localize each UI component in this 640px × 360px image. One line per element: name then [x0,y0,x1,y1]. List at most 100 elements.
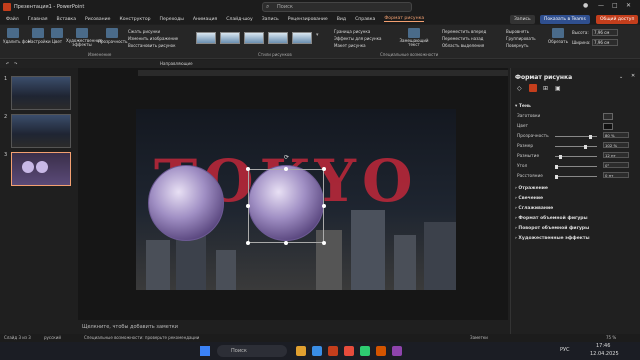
resize-handle[interactable] [284,167,288,171]
picture-style-4[interactable] [268,32,288,44]
maximize-icon[interactable]: □ [612,2,618,9]
edge-browser-icon[interactable] [312,346,322,356]
slide-thumbnail-3[interactable] [11,152,71,186]
undo-icon[interactable]: ↶ [6,61,9,66]
share-button[interactable]: Общий доступ [596,15,639,24]
blur-slider[interactable] [555,154,597,159]
tab-review[interactable]: Рецензирование [288,17,328,22]
tab-home[interactable]: Главная [28,17,48,22]
soft-edges-section[interactable]: › Сглаживание [515,206,553,211]
clock-time[interactable]: 17:46 [596,343,610,349]
avatar[interactable]: ● [583,2,588,9]
slide-thumbnail-2[interactable] [11,114,71,148]
width-field[interactable]: 7,96 см [592,39,618,46]
remove-background-button[interactable]: Удалить фон [3,28,30,44]
3d-rotation-section[interactable]: › Поворот объемной фигуры [515,226,589,231]
notes-area[interactable]: Щелкните, чтобы добавить заметки [78,320,508,334]
artistic-effects-section[interactable]: › Художественные эффекты [515,236,590,241]
record-button[interactable]: Запись [510,15,535,24]
reflection-section[interactable]: › Отражение [515,186,548,191]
tab-file[interactable]: Файл [6,17,19,22]
pane-close-icon[interactable]: ✕ [631,73,635,79]
file-explorer-icon[interactable] [296,346,306,356]
accessibility-status[interactable]: Специальные возможности: проверьте реком… [84,335,199,340]
picture-style-1[interactable] [196,32,216,44]
language-indicator[interactable]: РУС [560,347,570,353]
transparency-value[interactable]: 80 % [603,132,629,138]
angle-slider[interactable] [555,164,597,169]
height-field[interactable]: 7,96 см [592,29,618,36]
pane-options-icon[interactable]: ⌄ [619,74,623,80]
notes-toggle[interactable]: Заметки [470,335,488,340]
blur-value[interactable]: 12 пт [603,152,629,158]
picture-style-3[interactable] [244,32,264,44]
size-slider[interactable] [555,144,597,149]
language-status[interactable]: русский [44,335,61,340]
windows-start-icon[interactable] [200,346,210,356]
zoom-level[interactable]: 75 % [606,335,616,340]
transparency-button[interactable]: Прозрачность [98,28,127,44]
glow-section[interactable]: › Свечение [515,196,543,201]
circle-picture-1[interactable] [148,165,224,241]
rotate-handle-icon[interactable]: ⟳ [284,154,289,161]
present-teams-button[interactable]: Показать в Teams [540,15,590,24]
selection-pane-button[interactable]: Область выделения [442,42,486,49]
tab-record[interactable]: Запись [262,17,279,22]
shadow-section[interactable]: ▾ Тень [515,104,531,109]
artistic-effects-button[interactable]: Художественные эффекты [66,28,103,47]
tab-design[interactable]: Конструктор [119,17,150,22]
distance-slider[interactable] [555,174,597,179]
size-properties-icon[interactable]: ⊞ [543,85,548,92]
slide[interactable]: TOKYO ⟳ [136,109,456,290]
picture-border-button[interactable]: Граница рисунка [334,28,381,35]
picture-effects-button[interactable]: Эффекты для рисунка [334,35,381,42]
align-button[interactable]: Выровнять [506,28,536,35]
app-icon[interactable] [344,346,354,356]
resize-handle[interactable] [322,204,326,208]
angle-value[interactable]: 0° [603,162,629,168]
rotate-button[interactable]: Повернуть [506,42,536,49]
close-icon[interactable]: ✕ [626,2,631,9]
picture-style-2[interactable] [220,32,240,44]
shadow-color-picker[interactable] [603,123,613,130]
crop-button[interactable]: Обрезать [548,28,568,44]
distance-value[interactable]: 0 пт [603,172,629,178]
3d-format-section[interactable]: › Формат объемной фигуры [515,216,588,221]
app-icon[interactable] [392,346,402,356]
powerpoint-taskbar-icon[interactable] [328,346,338,356]
reset-picture-button[interactable]: Восстановить рисунок [128,42,178,49]
tab-transitions[interactable]: Переходы [160,17,184,22]
taskbar-search[interactable]: Поиск [217,345,287,357]
picture-icon[interactable]: ▣ [555,85,561,92]
tab-picture-format[interactable]: Формат рисунка [384,16,425,22]
transparency-slider[interactable] [555,134,597,139]
fill-line-icon[interactable]: ◇ [517,85,522,92]
resize-handle[interactable] [322,167,326,171]
resize-handle[interactable] [284,241,288,245]
search-input[interactable]: ⌕ Поиск [262,2,412,12]
resize-handle[interactable] [246,241,250,245]
illustrator-icon[interactable] [376,346,386,356]
compress-pictures-button[interactable]: Сжать рисунки [128,28,178,35]
picture-style-5[interactable] [292,32,312,44]
tab-draw[interactable]: Рисование [85,17,110,22]
tab-view[interactable]: Вид [337,17,346,22]
tab-animations[interactable]: Анимация [193,17,217,22]
clock-date[interactable]: 12.04.2025 [590,351,619,357]
bring-forward-button[interactable]: Переместить вперед [442,28,486,35]
guides-label[interactable]: Направляющие [160,61,193,66]
color-button[interactable]: Цвет [50,28,64,44]
change-picture-button[interactable]: Изменить изображение [128,35,178,42]
resize-handle[interactable] [246,167,250,171]
app-icon[interactable] [360,346,370,356]
tab-slideshow[interactable]: Слайд-шоу [226,17,253,22]
alt-text-button[interactable]: Замещающий текст [394,28,434,47]
tab-insert[interactable]: Вставка [57,17,76,22]
resize-handle[interactable] [322,241,326,245]
slide-thumbnail-1[interactable] [11,76,71,110]
resize-handle[interactable] [246,204,250,208]
size-value[interactable]: 102 % [603,142,629,148]
redo-icon[interactable]: ↷ [14,61,17,66]
group-button[interactable]: Группировать [506,35,536,42]
presets-dropdown[interactable] [603,113,613,120]
